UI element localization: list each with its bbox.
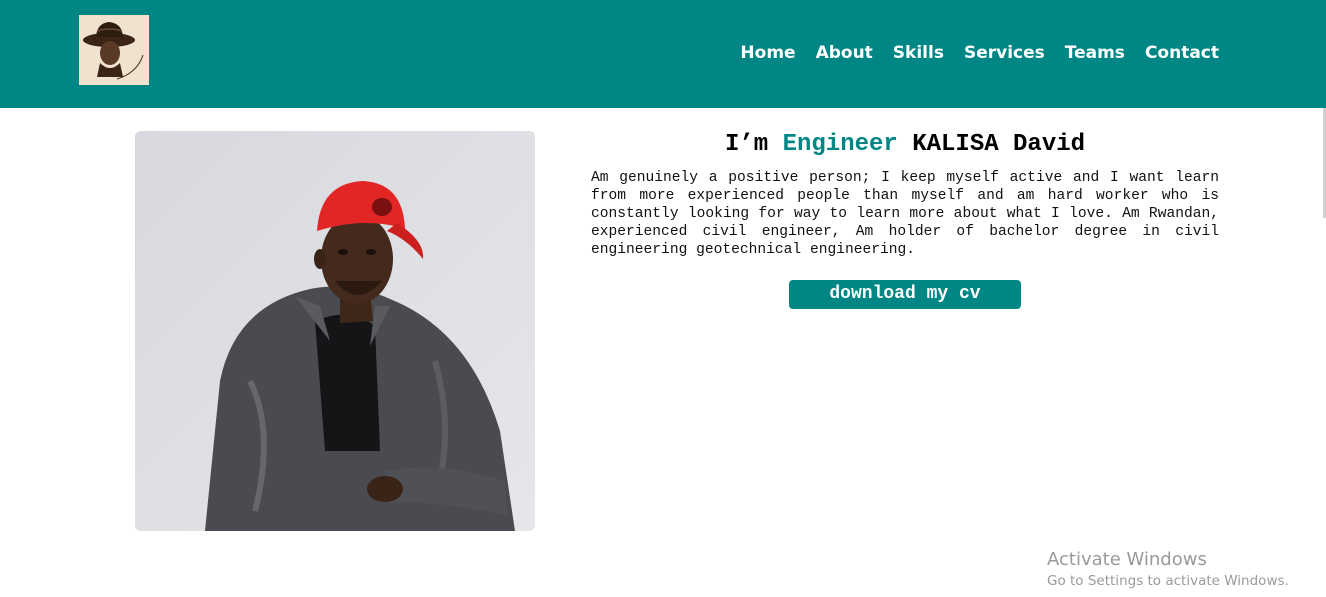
nav-link-contact[interactable]: Contact <box>1145 42 1219 64</box>
nav-item-home: Home <box>740 42 795 64</box>
headline: I’m Engineer KALISA David <box>591 131 1219 159</box>
nav-link-services[interactable]: Services <box>964 42 1045 64</box>
headline-name: KALISA David <box>912 131 1086 158</box>
nav-item-services: Services <box>964 42 1045 64</box>
main-nav: Home About Skills Services Teams Contact <box>740 42 1219 64</box>
nav-link-home[interactable]: Home <box>740 42 795 64</box>
nav-link-skills[interactable]: Skills <box>893 42 944 64</box>
site-header: Home About Skills Services Teams Contact <box>0 0 1326 108</box>
profile-photo <box>135 131 535 531</box>
cv-button-wrap: download my cv <box>591 280 1219 309</box>
watermark-title: Activate Windows <box>1047 549 1207 570</box>
nav-item-contact: Contact <box>1145 42 1219 64</box>
nav-link-teams[interactable]: Teams <box>1065 42 1125 64</box>
intro-section: I’m Engineer KALISA David Am genuinely a… <box>591 131 1219 309</box>
watermark-subtitle: Go to Settings to activate Windows. <box>1047 573 1289 589</box>
nav-link-about[interactable]: About <box>816 42 873 64</box>
bio-paragraph: Am genuinely a positive person; I keep m… <box>591 170 1219 258</box>
nav-item-skills: Skills <box>893 42 944 64</box>
headline-prefix: I’m <box>724 131 769 158</box>
nav-item-about: About <box>816 42 873 64</box>
download-cv-button[interactable]: download my cv <box>789 280 1021 309</box>
profile-photo-illustration <box>135 131 535 531</box>
logo[interactable] <box>79 15 149 85</box>
logo-hat-portrait-icon <box>79 15 149 85</box>
headline-accent: Engineer <box>782 131 898 158</box>
nav-item-teams: Teams <box>1065 42 1125 64</box>
page: Home About Skills Services Teams Contact <box>0 0 1326 597</box>
windows-activation-watermark: Activate Windows Go to Settings to activ… <box>1047 549 1289 591</box>
